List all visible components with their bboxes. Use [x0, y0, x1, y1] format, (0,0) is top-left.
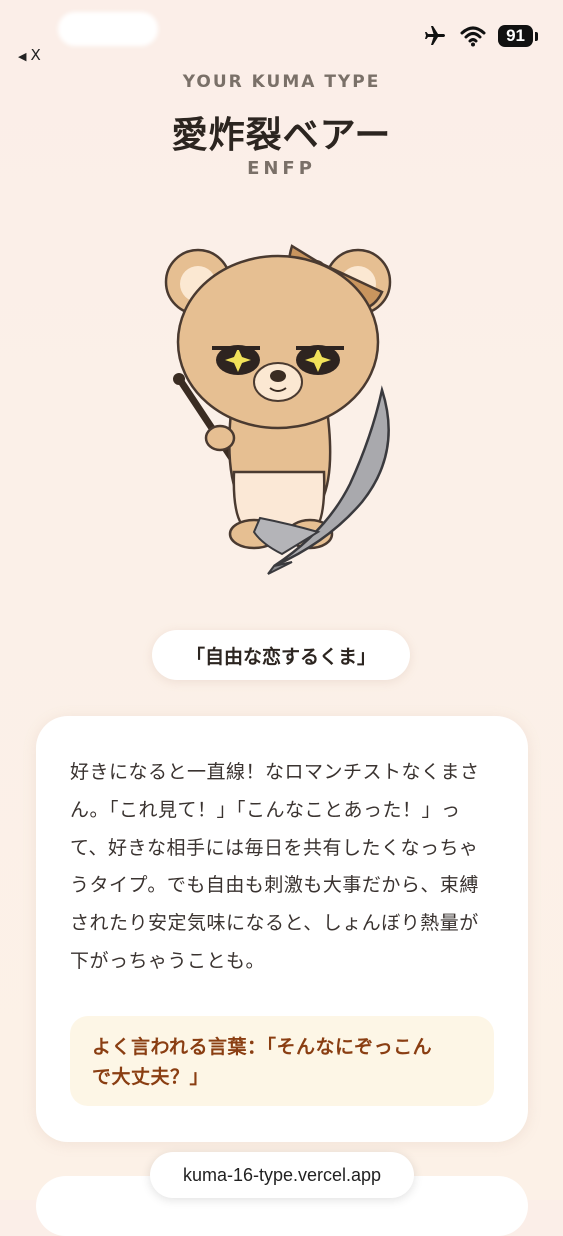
common-phrase-text: よく言われる言葉：「そんなにぞっこん で大丈夫？」: [92, 1032, 482, 1092]
blurred-time: [58, 12, 158, 46]
description-line: 下がっちゃうことも。: [70, 949, 266, 972]
eyebrow-label: YOUR KUMA TYPE: [182, 72, 381, 92]
common-phrase-box: よく言われる言葉：「そんなにぞっこん で大丈夫？」: [70, 1016, 494, 1106]
back-triangle-icon: ◀: [18, 50, 27, 63]
status-icons: 91: [422, 24, 538, 48]
description-line: て、好きな相手には毎日を共有したくなっちゃ: [70, 836, 479, 859]
wifi-icon: [460, 26, 486, 47]
description-text: 好きになると一直線！なロマンチストなくまさ ん。「これ見て！」「こんなことあった…: [70, 754, 500, 981]
status-bar: ◀ X 91: [0, 0, 563, 80]
page-title: 愛炸裂ベアー: [171, 115, 392, 156]
description-line: されたり安定気味になると、しょんぼり熱量が: [70, 912, 479, 935]
back-app-label: X: [30, 46, 41, 64]
url-bar[interactable]: kuma-16-type.vercel.app: [150, 1152, 414, 1198]
nickname-badge: 「自由な恋するくま」: [152, 630, 410, 680]
description-line: 好きになると一直線！なロマンチストなくまさ: [70, 761, 480, 783]
description-card: 好きになると一直線！なロマンチストなくまさ ん。「これ見て！」「こんなことあった…: [36, 716, 528, 1142]
description-line: うタイプ。でも自由も刺激も大事だから、束縛: [70, 874, 479, 897]
battery-icon: 91: [498, 25, 538, 47]
back-to-app-link[interactable]: ◀ X: [18, 46, 41, 64]
description-line: ん。「これ見て！」「こんなことあった！」っ: [70, 798, 461, 821]
bear-illustration: [164, 244, 392, 575]
airplane-icon: [425, 26, 446, 45]
common-phrase-line: よく言われる言葉：「そんなにぞっこん: [92, 1036, 433, 1058]
type-code: ENFP: [247, 158, 316, 179]
common-phrase-line: で大丈夫？」: [92, 1066, 210, 1088]
